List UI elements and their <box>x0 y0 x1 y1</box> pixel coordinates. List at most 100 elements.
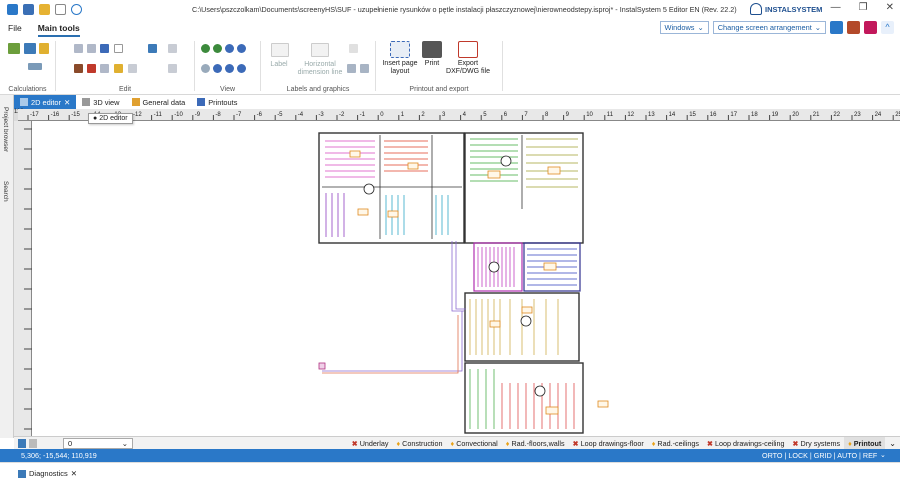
paste-icon[interactable] <box>87 44 96 53</box>
layer-select[interactable]: 0 ⌄ <box>63 437 133 449</box>
view-group: View <box>195 37 260 95</box>
printouts-icon <box>197 98 206 106</box>
cut-icon[interactable] <box>74 64 83 73</box>
3d-view-icon <box>82 98 91 106</box>
properties-icon[interactable] <box>114 64 123 73</box>
calc-options-icon[interactable] <box>24 43 36 54</box>
windows-dropdown[interactable]: Windows ⌄ <box>659 21 709 34</box>
zoom-in-icon[interactable] <box>201 44 210 53</box>
zoom-window-icon[interactable] <box>225 44 234 53</box>
close-icon[interactable]: ✕ <box>64 98 70 107</box>
zoom-all-icon[interactable] <box>237 44 246 53</box>
undo-icon[interactable] <box>100 44 109 53</box>
close-button[interactable]: ✕ <box>886 2 894 13</box>
ruler-tick-label: 19 <box>772 112 779 118</box>
tab-3d-view[interactable]: 3D view <box>76 95 125 109</box>
align-icon[interactable] <box>168 64 177 73</box>
help-icon[interactable] <box>71 4 82 15</box>
image-icon[interactable] <box>360 64 369 73</box>
tab-file[interactable]: File <box>0 23 30 33</box>
database-icon[interactable] <box>847 21 860 34</box>
chevron-down-icon: ⌄ <box>814 23 821 32</box>
layout-icon[interactable] <box>830 21 843 34</box>
ribbon: Calculations Edit View Label Horizontal … <box>0 37 900 95</box>
ruler-tick-label: -17 <box>30 112 39 118</box>
label-button[interactable]: Label <box>267 61 291 69</box>
layer-label: Convectional <box>456 438 498 448</box>
layer-label: Rad.-ceilings <box>657 438 699 448</box>
layer-toggle[interactable]: ♦ Convectional <box>447 437 502 450</box>
settings-icon[interactable] <box>864 21 877 34</box>
collapse-ribbon-icon[interactable]: ^ <box>881 21 894 34</box>
text-icon[interactable] <box>349 44 358 53</box>
zoom-previous-icon[interactable] <box>213 64 222 73</box>
diagnostics-tab[interactable]: Diagnostics ✕ <box>18 469 77 478</box>
select-icon[interactable] <box>114 44 123 53</box>
ruler-tick-label: 8 <box>545 112 549 118</box>
tab-2d-editor[interactable]: 2D editor ✕ <box>14 95 77 109</box>
status-menu-icon[interactable]: ⌄ <box>880 450 886 459</box>
delete-icon[interactable] <box>87 64 96 73</box>
ruler-tick-label: 24 <box>875 112 882 118</box>
tab-printouts[interactable]: Printouts <box>191 95 243 109</box>
zoom-out-icon[interactable] <box>213 44 222 53</box>
copy-icon[interactable] <box>74 44 83 53</box>
app-icon <box>7 4 18 15</box>
list-icon[interactable] <box>168 44 177 53</box>
bulb-icon: ♦ <box>450 438 455 448</box>
zoom-extents-icon[interactable] <box>225 64 234 73</box>
table-icon[interactable] <box>347 64 356 73</box>
redraw-icon[interactable] <box>237 64 246 73</box>
document-tabs: 2D editor ✕ 3D view General data Printout… <box>14 95 900 109</box>
calc-icon[interactable] <box>8 43 20 54</box>
layer-down-icon[interactable] <box>29 438 37 448</box>
tab-main-tools[interactable]: Main tools <box>30 23 88 37</box>
project-browser-tab[interactable]: Project browser <box>2 107 9 152</box>
minimize-button[interactable]: — <box>831 2 841 13</box>
layer-toggle[interactable]: ♦ Rad.-floors,walls <box>502 437 569 450</box>
layers-menu-icon[interactable]: ⌄ <box>889 439 896 448</box>
pan-icon[interactable] <box>201 64 210 73</box>
mirror-icon[interactable] <box>128 64 137 73</box>
screen-arrangement-dropdown[interactable]: Change screen arrangement ⌄ <box>712 21 826 34</box>
layer-toggle[interactable]: ✖ Loop drawings-floor <box>569 437 648 450</box>
bulb-icon: ♦ <box>848 438 852 448</box>
ruler-tick-label: -6 <box>257 112 263 118</box>
drawing-canvas[interactable] <box>32 121 900 436</box>
label-icon[interactable] <box>271 43 289 57</box>
new-file-icon[interactable] <box>55 4 66 15</box>
save-icon[interactable] <box>23 4 34 15</box>
export-dxf-button[interactable]: Export DXF/DWG file <box>444 41 492 76</box>
horizontal-dimension-button[interactable]: Horizontal dimension line <box>289 61 351 77</box>
layer-toggle[interactable]: ♦ Printout <box>844 436 886 450</box>
tab-tooltip: ● 2D editor <box>88 113 133 124</box>
ruler-tick-label: 4 <box>463 112 467 118</box>
layer-up-icon[interactable] <box>18 438 26 448</box>
layer-label: Rad.-floors,walls <box>511 438 565 448</box>
tab-general-data[interactable]: General data <box>126 95 192 109</box>
building-outline-right <box>464 132 584 244</box>
ruler-tick-label: 20 <box>792 112 799 118</box>
manifold-symbols <box>363 155 546 397</box>
chevron-down-icon: ⌄ <box>697 23 704 32</box>
layer-toggle[interactable]: ✖ Underlay <box>348 437 393 450</box>
layer-toggle[interactable]: ✖ Dry systems <box>789 437 845 450</box>
layer-toggle[interactable]: ✖ Loop drawings-ceiling <box>703 437 789 450</box>
calculations-group: Calculations <box>0 37 55 95</box>
close-icon[interactable]: ✕ <box>71 469 77 478</box>
print-button[interactable]: Print <box>420 41 444 68</box>
move-icon[interactable] <box>148 44 157 53</box>
duplicate-icon[interactable] <box>100 64 109 73</box>
insert-page-layout-button[interactable]: Insert page layout <box>380 41 420 76</box>
ruler-tick-label: 0 <box>380 112 384 118</box>
check-icon[interactable] <box>28 63 42 70</box>
layer-toggle[interactable]: ♦ Construction <box>393 437 447 450</box>
open-folder-icon[interactable] <box>39 4 50 15</box>
restore-button[interactable]: ❐ <box>859 2 868 13</box>
drawing-modes[interactable]: ORTO | LOCK | GRID | AUTO | REF <box>762 451 877 460</box>
dimension-line-icon[interactable] <box>311 43 329 57</box>
ruler-tick-label: -4 <box>298 112 304 118</box>
search-tab[interactable]: Search <box>2 181 9 202</box>
report-icon[interactable] <box>39 43 49 54</box>
layer-toggle[interactable]: ♦ Rad.-ceilings <box>648 437 703 450</box>
